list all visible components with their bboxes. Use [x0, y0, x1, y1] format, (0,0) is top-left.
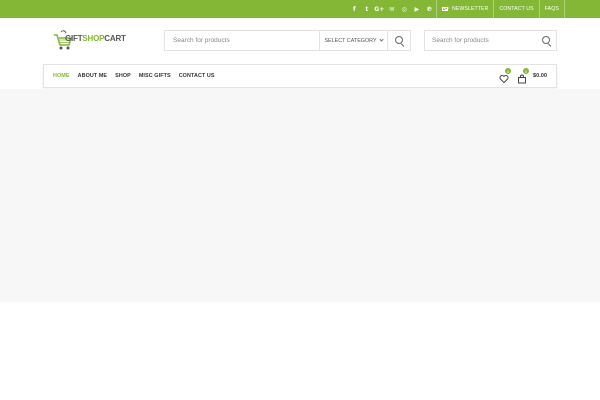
facebook-icon[interactable]: f	[348, 0, 361, 18]
faqs-link[interactable]: FAQS	[538, 0, 565, 18]
instagram-icon[interactable]: ◎	[398, 0, 411, 18]
search-icon	[541, 36, 550, 44]
top-links: NEWSLETTER CONTACT US FAQS	[436, 0, 565, 18]
chevron-down-icon	[378, 37, 384, 42]
category-select-label: SELECT CATEGORY	[324, 37, 377, 44]
wishlist-count-badge: 0	[505, 68, 511, 74]
main-search-input[interactable]: Search for products	[165, 31, 319, 50]
section-heading-partial-1	[102, 392, 120, 400]
logo-text-cart: CART	[104, 34, 126, 43]
wishlist-button[interactable]: 0	[499, 68, 511, 84]
secondary-search: Search for products	[424, 30, 557, 51]
main-search-button[interactable]	[387, 31, 410, 50]
main-search: Search for products SELECT CATEGORY	[164, 30, 411, 51]
search-icon	[394, 36, 403, 44]
faqs-label: FAQS	[544, 6, 559, 12]
contact-us-label: CONTACT US	[499, 6, 534, 12]
cart-button[interactable]: 0	[517, 68, 529, 84]
site-logo[interactable]: GIFTSHOPCART	[52, 29, 142, 53]
nav-item-misc-gifts[interactable]: MISC GIFTS	[139, 73, 171, 79]
logo-text: GIFTSHOPCART	[65, 34, 126, 43]
envelope-icon	[442, 6, 448, 12]
pinterest-icon[interactable]: ℗	[423, 0, 436, 18]
cart-count-badge: 0	[523, 68, 529, 74]
social-links: f t G+ ✉ ◎ ▶ ℗	[348, 0, 436, 18]
youtube-icon[interactable]: ▶	[411, 0, 424, 18]
nav-item-home[interactable]: HOME	[53, 73, 70, 79]
section-heading-partial-3	[463, 392, 489, 400]
newsletter-link[interactable]: NEWSLETTER	[436, 0, 493, 18]
logo-text-gift: GIFT	[65, 34, 83, 43]
top-bar: f t G+ ✉ ◎ ▶ ℗ NEWSLETTER CONTACT US FAQ…	[0, 0, 600, 18]
nav-item-about-me[interactable]: ABOUT ME	[78, 73, 108, 79]
google-plus-icon[interactable]: G+	[373, 0, 386, 18]
hero-banner	[0, 89, 600, 302]
newsletter-label: NEWSLETTER	[452, 6, 489, 12]
nav-item-contact-us[interactable]: CONTACT US	[179, 73, 215, 79]
contact-us-link[interactable]: CONTACT US	[493, 0, 538, 18]
shopping-bag-icon	[518, 74, 526, 84]
nav-menu: HOME ABOUT ME SHOP MISC GIFTS CONTACT US	[53, 65, 215, 87]
secondary-search-button[interactable]	[536, 31, 556, 50]
category-select[interactable]: SELECT CATEGORY	[319, 31, 387, 50]
heart-icon	[499, 75, 509, 84]
secondary-search-input[interactable]: Search for products	[425, 31, 536, 50]
cart-total[interactable]: $0.00	[533, 65, 547, 87]
email-icon[interactable]: ✉	[386, 0, 399, 18]
nav-item-shop[interactable]: SHOP	[115, 73, 131, 79]
main-nav: HOME ABOUT ME SHOP MISC GIFTS CONTACT US…	[43, 64, 557, 88]
logo-text-shop: SHOP	[82, 34, 105, 43]
section-heading-partial-2	[288, 392, 302, 400]
twitter-icon[interactable]: t	[361, 0, 374, 18]
